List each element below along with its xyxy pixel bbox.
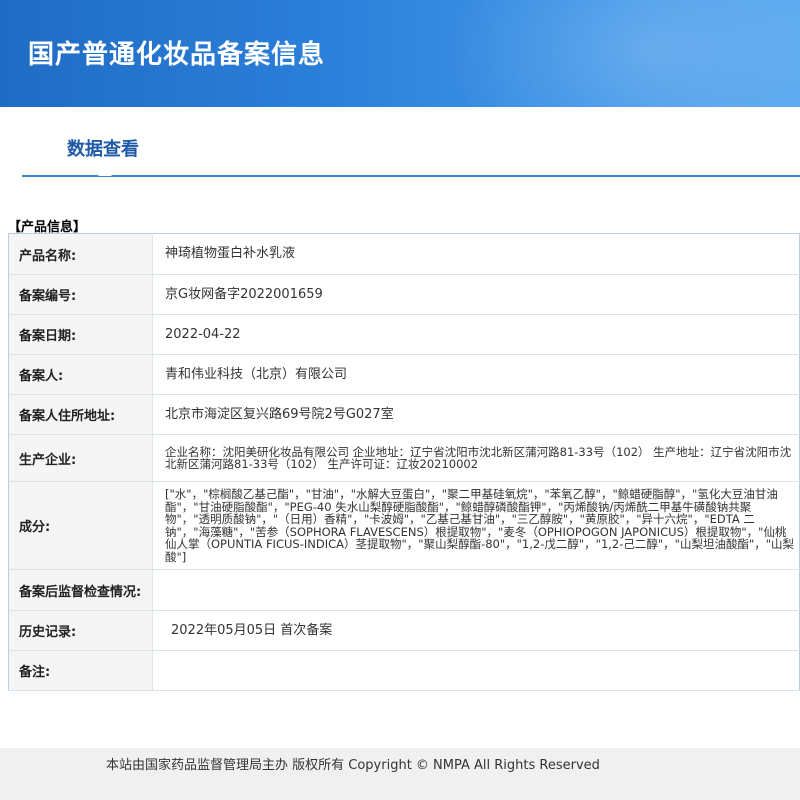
row-product-name: 产品名称: 神琦植物蛋白补水乳液 [8,233,800,275]
value-ingredients: ["水"，"棕榈酸乙基己酯"，"甘油"，"水解大豆蛋白"，"聚二甲基硅氧烷"，"… [152,481,800,570]
tab-bar: 数据查看 [22,107,800,179]
label-manufacturer: 生产企业: [8,434,153,482]
tab-underline [22,175,800,177]
label-record-date: 备案日期: [8,314,153,355]
row-post-inspection: 备案后监督检查情况: [8,569,800,611]
label-ingredients: 成分: [8,481,153,570]
row-registrant-address: 备案人住所地址: 北京市海淀区复兴路69号院2号G027室 [8,394,800,435]
footer-copyright: 本站由国家药品监督管理局主办 版权所有 Copyright © NMPA All… [106,758,600,773]
row-ingredients: 成分: ["水"，"棕榈酸乙基己酯"，"甘油"，"水解大豆蛋白"，"聚二甲基硅氧… [8,481,800,570]
page-title: 国产普通化妆品备案信息 [28,40,326,70]
value-record-date: 2022-04-22 [152,314,800,355]
page-footer: 本站由国家药品监督管理局主办 版权所有 Copyright © NMPA All… [0,748,800,800]
tab-data-view[interactable]: 数据查看 [67,135,139,161]
row-remarks: 备注: [8,650,800,691]
label-remarks: 备注: [8,650,153,691]
value-registrant-address: 北京市海淀区复兴路69号院2号G027室 [152,394,800,435]
label-registrant-address: 备案人住所地址: [8,394,153,435]
header-banner: 国产普通化妆品备案信息 [0,0,800,107]
row-registrant: 备案人: 青和伟业科技（北京）有限公司 [8,354,800,395]
value-manufacturer: 企业名称：沈阳美研化妆品有限公司 企业地址：辽宁省沈阳市沈北新区蒲河路81-33… [152,434,800,482]
label-product-name: 产品名称: [8,233,153,275]
label-history: 历史记录: [8,610,153,651]
row-manufacturer: 生产企业: 企业名称：沈阳美研化妆品有限公司 企业地址：辽宁省沈阳市沈北新区蒲河… [8,434,800,482]
label-registrant: 备案人: [8,354,153,395]
row-history: 历史记录: 2022年05月05日 首次备案 [8,610,800,651]
value-product-name: 神琦植物蛋白补水乳液 [152,233,800,275]
label-record-number: 备案编号: [8,274,153,315]
row-record-date: 备案日期: 2022-04-22 [8,314,800,355]
tab-active-caret [98,169,112,176]
row-record-number: 备案编号: 京G妆网备字2022001659 [8,274,800,315]
value-history: 2022年05月05日 首次备案 [152,610,800,651]
product-info-table: 产品名称: 神琦植物蛋白补水乳液 备案编号: 京G妆网备字2022001659 … [8,233,800,691]
label-post-inspection: 备案后监督检查情况: [8,569,153,611]
value-record-number: 京G妆网备字2022001659 [152,274,800,315]
value-registrant: 青和伟业科技（北京）有限公司 [152,354,800,395]
value-remarks [152,650,800,691]
value-post-inspection [152,569,800,611]
